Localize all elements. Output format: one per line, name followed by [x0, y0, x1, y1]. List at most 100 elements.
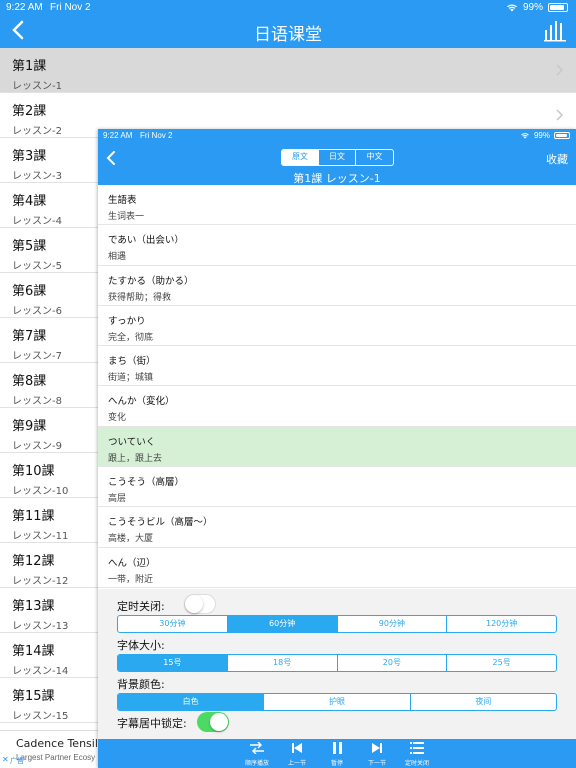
- font-size-option[interactable]: 25号: [447, 655, 556, 671]
- timer-label: 定时关闭:: [117, 600, 165, 613]
- toggle-knob: [185, 595, 203, 613]
- panel-battery-percent: 99%: [533, 131, 550, 140]
- sequential-play-button[interactable]: 顺序播放: [242, 739, 272, 768]
- vocab-japanese: たすかる（助かる）: [108, 275, 194, 287]
- vocab-chinese: 生词表一: [108, 212, 145, 222]
- battery-icon: [548, 3, 568, 12]
- repeat-arrows-icon: [250, 742, 264, 754]
- vocab-list: 生語表 生词表一 であい（出会い） 相遇たすかる（助かる） 获得帮助；得救 すっかり完全，…: [98, 185, 576, 588]
- previous-label: 上一节: [287, 760, 306, 767]
- font-size-option[interactable]: 18号: [228, 655, 338, 671]
- list-icon: [410, 742, 424, 754]
- wifi-icon: [521, 133, 529, 139]
- playback-settings: 定时关闭: 30分钟 60分钟 90分钟 120分钟 字体大小: 15号 18号 20号 2…: [98, 589, 576, 739]
- ad-subtitle[interactable]: Largest Partner Ecosy: [16, 753, 98, 762]
- lesson-title: 第2課: [12, 104, 47, 119]
- vocab-item[interactable]: たすかる（助かる） 获得帮助；得救: [98, 266, 576, 306]
- status-bar: 9:22 AM Fri Nov 2 99%: [0, 0, 576, 16]
- timer-option[interactable]: 60分钟: [227, 616, 338, 632]
- ad-label: 广告: [10, 757, 24, 765]
- vocab-chinese: 街道；城镇: [108, 373, 154, 384]
- tab-original[interactable]: 原文: [282, 150, 319, 165]
- font-size-option[interactable]: 15号: [118, 655, 228, 671]
- vocab-item[interactable]: へんか（変化） 变化: [98, 386, 576, 427]
- vocab-item[interactable]: ついていく跟上，跟上去: [98, 426, 576, 468]
- vocab-japanese: こうそうビル（高層〜）: [108, 517, 213, 529]
- background-color-option[interactable]: 白色: [118, 694, 265, 710]
- vocab-chinese: 获得帮助；得救: [108, 292, 172, 303]
- panel-status-date: Fri Nov 2: [140, 131, 173, 140]
- panel-status-time: 9:22 AM: [103, 131, 133, 140]
- vocab-japanese: へんか（変化）: [108, 396, 175, 408]
- language-segmented-control: 原文 日文 中文: [281, 149, 394, 166]
- vocab-japanese: こうそう（高層）: [108, 477, 185, 489]
- sleep-timer-button[interactable]: 定时关闭: [402, 739, 432, 768]
- vocab-item[interactable]: であい（出会い） 相遇: [98, 225, 576, 266]
- font-size-label: 字体大小:: [117, 639, 165, 652]
- vocab-item[interactable]: まち（街） 街道；城镇: [98, 346, 576, 387]
- panel-back-icon[interactable]: [104, 149, 118, 167]
- toggle-knob: [210, 713, 228, 731]
- timer-option[interactable]: 120分钟: [447, 616, 556, 632]
- subtitle-lock-label: 字幕居中锁定:: [117, 717, 187, 730]
- status-right: 99%: [506, 2, 568, 13]
- vocab-item[interactable]: こうそうビル（高層〜） 高楼，大厦: [98, 507, 576, 548]
- skip-next-icon: [372, 743, 382, 753]
- battery-icon: [554, 132, 570, 139]
- next-button[interactable]: 下一节: [362, 739, 392, 768]
- next-label: 下一节: [367, 760, 386, 767]
- chevron-right-icon: [556, 64, 564, 76]
- pause-button[interactable]: 暂停: [322, 739, 352, 768]
- bar-chart-icon[interactable]: [544, 20, 566, 42]
- pause-icon: [333, 742, 342, 754]
- sleep-timer-label: 定时关闭: [404, 760, 429, 767]
- vocab-japanese: へん（辺）: [108, 557, 156, 569]
- font-size-options: 15号 18号 20号 25号: [117, 654, 557, 672]
- lesson-item[interactable]: 第1課レッスン-1: [0, 48, 576, 93]
- sequential-play-label: 顺序播放: [244, 760, 269, 767]
- panel-status-bar: 9:22 AM Fri Nov 2 99%: [98, 131, 576, 143]
- vocab-item[interactable]: こうそう（高層） 高层: [98, 467, 576, 508]
- previous-button[interactable]: 上一节: [282, 739, 312, 768]
- vocab-item[interactable]: へん（辺） 一带，附近: [98, 548, 576, 588]
- tab-chinese[interactable]: 中文: [356, 150, 393, 165]
- vocab-chinese: 完全，彻底: [108, 332, 154, 343]
- timer-option[interactable]: 30分钟: [118, 616, 228, 632]
- vocab-item[interactable]: すっかり完全，彻底: [98, 306, 576, 347]
- timer-option[interactable]: 90分钟: [338, 616, 448, 632]
- vocab-chinese: 高层: [108, 494, 127, 505]
- tab-japanese[interactable]: 日文: [319, 150, 356, 165]
- font-size-option[interactable]: 20号: [338, 655, 448, 671]
- panel-header: 9:22 AM Fri Nov 2 99% 原文 日文 中文 收藏 第1課 レッ…: [98, 129, 576, 185]
- ad-banner[interactable]: Cadence Tensilic Largest Partner Ecosy ✕…: [0, 730, 98, 768]
- background-color-option[interactable]: 夜间: [411, 694, 556, 710]
- battery-percent: 99%: [522, 2, 543, 13]
- vocab-japanese: すっかり: [108, 315, 146, 327]
- vocab-japanese: まち（街）: [108, 356, 156, 368]
- background-color-option[interactable]: 护眼: [264, 694, 411, 710]
- chevron-right-icon: [556, 109, 564, 121]
- wifi-icon: [506, 4, 517, 12]
- app-header: 9:22 AM Fri Nov 2 99% 日语课堂: [0, 0, 576, 48]
- vocab-item[interactable]: 生語表 生词表一: [98, 185, 576, 226]
- background-color-label: 背景颜色:: [117, 678, 165, 691]
- vocab-japanese: ついていく: [108, 436, 156, 448]
- favorite-button[interactable]: 收藏: [546, 151, 568, 167]
- lesson-title: 第1課: [12, 59, 47, 74]
- lesson-title: 第1課 レッスン-1: [293, 172, 381, 185]
- ad-title[interactable]: Cadence Tensilic: [16, 737, 98, 750]
- ad-close-icon[interactable]: ✕: [2, 755, 9, 764]
- subtitle-lock-toggle[interactable]: [197, 712, 229, 732]
- vocab-chinese: 一带，附近: [108, 574, 154, 585]
- vocab-japanese: であい（出会い）: [108, 235, 184, 247]
- timer-options: 30分钟 60分钟 90分钟 120分钟: [117, 615, 557, 633]
- status-date: Fri Nov 2: [50, 2, 91, 13]
- vocab-chinese: 跟上，跟上去: [108, 453, 163, 464]
- skip-previous-icon: [292, 743, 302, 753]
- vocab-chinese: 高楼，大厦: [108, 534, 154, 545]
- lesson-subtitle: レッスン-1: [12, 81, 62, 92]
- timer-toggle[interactable]: [184, 594, 216, 614]
- page-title: 日语课堂: [254, 25, 322, 45]
- pause-label: 暂停: [330, 760, 343, 767]
- status-time: 9:22 AM: [6, 2, 43, 13]
